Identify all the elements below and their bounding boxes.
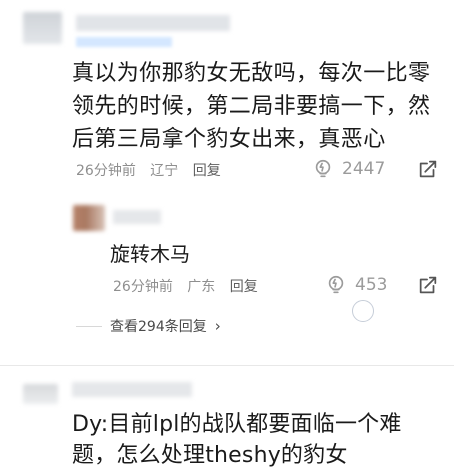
comment-text: 真以为你那豹女无敌吗，每次一比零领先的时候，第二局非要搞一下，然后第三局拿个豹女… <box>72 61 431 152</box>
lightbulb-like-icon <box>328 275 344 294</box>
comment-location: 辽宁 <box>150 163 179 179</box>
reply-button[interactable]: 回复 <box>230 279 258 295</box>
avatar[interactable] <box>23 12 62 44</box>
view-replies-button[interactable]: 查看294条回复 › <box>76 316 221 336</box>
username-placeholder[interactable] <box>72 382 192 397</box>
username-placeholder[interactable] <box>76 15 230 31</box>
reply-meta: 26分钟前 广东 回复 <box>113 276 268 296</box>
like-count: 2447 <box>342 159 386 179</box>
comment-time: 26分钟前 <box>76 163 136 179</box>
reply-text: 旋转木马 <box>110 242 190 266</box>
touch-indicator <box>352 300 374 322</box>
reply-location: 广东 <box>187 279 216 295</box>
lightbulb-like-icon <box>315 159 331 178</box>
like-count: 453 <box>355 275 388 295</box>
reply-button[interactable]: 回复 <box>193 163 221 179</box>
comment-text: Dy:目前lpl的战队都要面临一个难题，怎么处理theshy的豹女 <box>72 412 402 468</box>
avatar[interactable] <box>23 384 58 404</box>
username-placeholder[interactable] <box>113 210 161 224</box>
comment-page: 真以为你那豹女无敌吗，每次一比零领先的时候，第二局非要搞一下，然后第三局拿个豹女… <box>0 0 454 475</box>
view-replies-label[interactable]: 查看294条回复 <box>110 316 207 336</box>
reply-time: 26分钟前 <box>113 279 173 295</box>
view-replies-line <box>76 325 102 327</box>
user-badge-placeholder <box>76 37 172 47</box>
share-icon[interactable] <box>417 158 439 180</box>
like-button[interactable]: 2447 <box>312 158 385 180</box>
avatar[interactable] <box>73 205 105 231</box>
share-icon[interactable] <box>417 274 439 296</box>
comment-meta: 26分钟前 辽宁 回复 <box>76 160 231 180</box>
divider <box>0 365 454 366</box>
chevron-right-icon[interactable]: › <box>215 317 221 335</box>
like-button[interactable]: 453 <box>325 274 387 296</box>
